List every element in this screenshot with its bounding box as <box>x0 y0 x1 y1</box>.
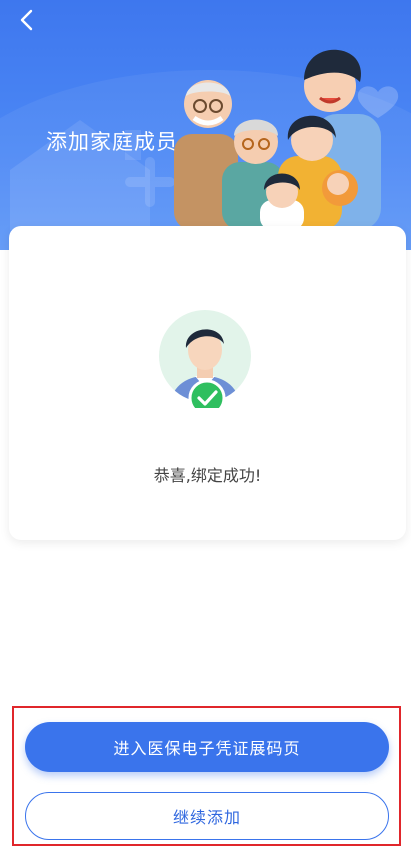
header-banner: 添加家庭成员 <box>0 0 411 250</box>
continue-add-button[interactable]: 继续添加 <box>25 792 389 840</box>
user-avatar <box>159 310 251 408</box>
chevron-left-icon <box>20 9 33 31</box>
success-card: 恭喜,绑定成功! <box>9 226 406 540</box>
page-title: 添加家庭成员 <box>46 130 178 154</box>
open-medical-code-button[interactable]: 进入医保电子凭证展码页 <box>25 722 389 772</box>
back-button[interactable] <box>12 6 42 34</box>
success-message: 恭喜,绑定成功! <box>153 466 262 485</box>
check-badge <box>188 379 226 408</box>
family-illustration <box>174 49 399 230</box>
